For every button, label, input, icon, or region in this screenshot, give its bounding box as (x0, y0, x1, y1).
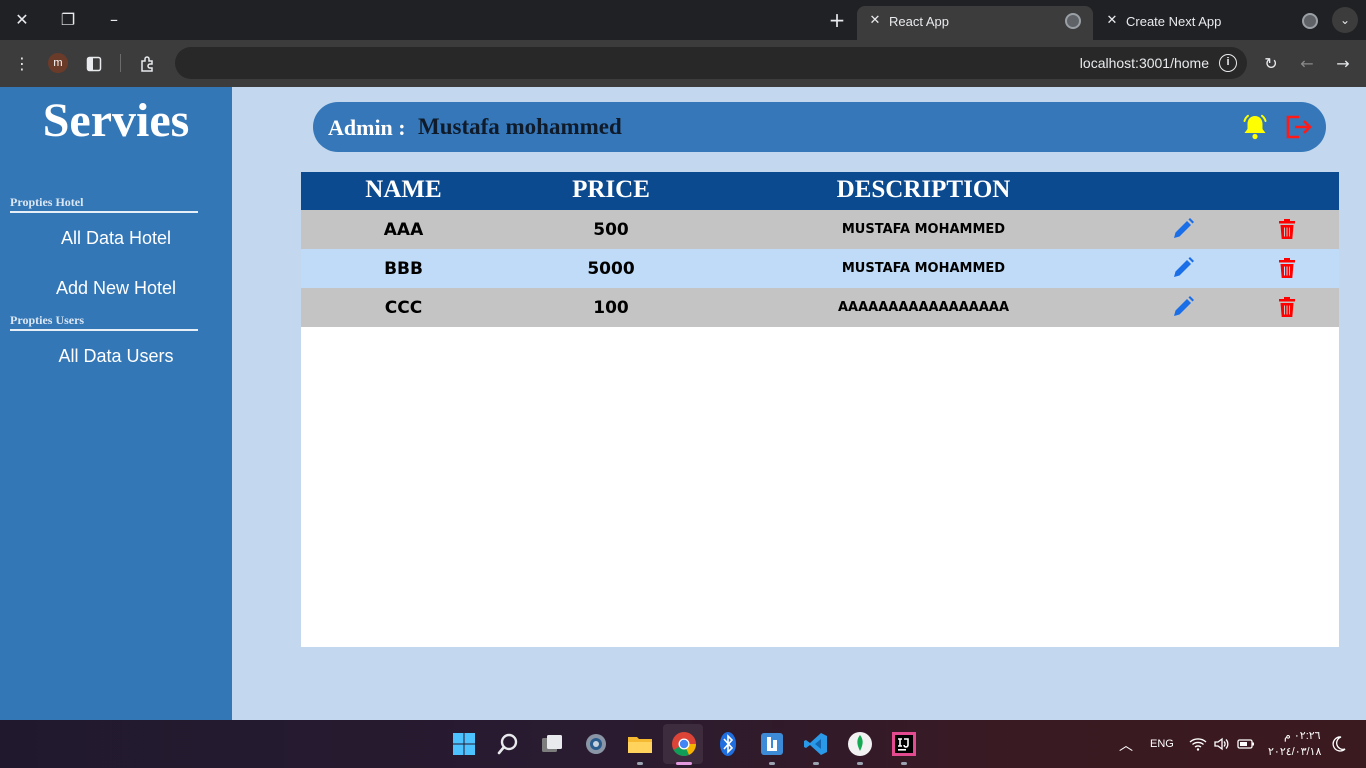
chrome-icon[interactable] (670, 730, 698, 758)
edit-icon[interactable] (1170, 255, 1196, 281)
section-divider (10, 211, 198, 213)
column-header-name: NAME (365, 176, 442, 203)
reload-icon[interactable]: ↻ (1260, 53, 1282, 75)
close-window-icon[interactable]: ✕ (11, 10, 33, 30)
table-row: CCC 100 AAAAAAAAAAAAAAAAA (301, 288, 1339, 327)
do-not-disturb-moon-icon[interactable] (1332, 736, 1346, 752)
toolbar-divider (120, 54, 121, 72)
running-indicator (813, 762, 819, 765)
battery-icon[interactable] (1237, 738, 1255, 750)
forward-icon[interactable]: ← (1296, 53, 1318, 75)
back-icon[interactable]: → (1332, 53, 1354, 75)
running-indicator (857, 762, 863, 765)
profile-avatar[interactable]: m (48, 53, 68, 73)
taskbar: ︿ ENG ٠٢:٢٦ م ٢٠٢٤/٠٣/١٨ (0, 720, 1366, 768)
globe-icon (1065, 13, 1081, 29)
cell-price: 100 (593, 298, 629, 318)
volume-icon[interactable] (1213, 737, 1231, 751)
running-indicator (769, 762, 775, 765)
admin-header: Admin : Mustafa mohammed (313, 102, 1326, 152)
show-hidden-icons-icon[interactable]: ︿ (1119, 735, 1133, 755)
bell-icon[interactable] (1240, 112, 1270, 142)
edit-icon[interactable] (1170, 216, 1196, 242)
cell-description: AAAAAAAAAAAAAAAAA (837, 300, 1010, 315)
network-app-icon[interactable] (758, 730, 786, 758)
vscode-icon[interactable] (802, 730, 830, 758)
tab-search-button[interactable]: ⌄ (1332, 7, 1358, 33)
settings-gear-icon[interactable] (582, 730, 610, 758)
cell-price: 5000 (587, 259, 635, 279)
intellij-icon[interactable] (890, 730, 918, 758)
cell-description: MUSTAFA MOHAMMED (841, 222, 1006, 237)
clock-date[interactable]: ٢٠٢٤/٠٣/١٨ (1268, 745, 1321, 758)
minimize-window-icon[interactable]: – (103, 10, 125, 30)
globe-icon (1302, 13, 1318, 29)
cell-name: AAA (383, 220, 424, 240)
cell-price: 500 (593, 220, 629, 240)
admin-label: Admin : (328, 115, 406, 140)
file-explorer-icon[interactable] (626, 730, 654, 758)
menu-dots-icon[interactable]: ⋮ (11, 53, 33, 75)
running-indicator (901, 762, 907, 765)
browser-tabstrip: ✕ ❐ – + ✕ React App ✕ Create Next App ⌄ (0, 0, 1366, 40)
url-text[interactable]: localhost:3001/home (1080, 55, 1209, 71)
tab-title: React App (889, 14, 949, 29)
nav-all-data-users[interactable]: All Data Users (0, 346, 232, 367)
site-info-icon[interactable]: i (1219, 54, 1237, 72)
close-tab-icon[interactable]: ✕ (867, 13, 883, 29)
edit-icon[interactable] (1170, 294, 1196, 320)
language-indicator[interactable]: ENG (1150, 738, 1174, 750)
wifi-icon[interactable] (1189, 737, 1207, 751)
table-row: BBB 5000 MUSTAFA MOHAMMED (301, 249, 1339, 288)
admin-name: Mustafa mohammed (418, 114, 622, 139)
sidebar-brand: Servies (42, 94, 190, 147)
extensions-icon[interactable] (137, 53, 159, 75)
active-app-indicator (676, 762, 692, 765)
hotels-table: NAME PRICE DESCRIPTION AAA 500 MUSTAFA M… (301, 172, 1339, 647)
address-bar[interactable]: localhost:3001/home i (175, 47, 1247, 79)
delete-icon[interactable] (1274, 216, 1300, 242)
task-view-icon[interactable] (538, 730, 566, 758)
cell-name: CCC (384, 298, 423, 318)
delete-icon[interactable] (1274, 294, 1300, 320)
table-header: NAME PRICE DESCRIPTION (301, 172, 1339, 210)
sidebar-toggle-icon[interactable] (83, 53, 105, 75)
sidebar: Servies Propties Hotel All Data Hotel Ad… (0, 87, 232, 720)
close-tab-icon[interactable]: ✕ (1104, 13, 1120, 29)
nav-all-data-hotel[interactable]: All Data Hotel (0, 228, 232, 249)
clock-time[interactable]: ٠٢:٢٦ م (1284, 729, 1321, 742)
cell-description: MUSTAFA MOHAMMED (841, 261, 1006, 276)
section-title-hotel: Propties Hotel (10, 195, 84, 209)
section-title-users: Propties Users (10, 313, 85, 327)
column-header-description: DESCRIPTION (836, 176, 1011, 203)
windows-start-icon[interactable] (450, 730, 478, 758)
new-tab-button[interactable]: + (826, 9, 848, 31)
running-indicator (637, 762, 643, 765)
tab-title: Create Next App (1126, 14, 1222, 29)
tab-react-app[interactable]: ✕ React App (857, 6, 1093, 40)
column-header-price: PRICE (572, 176, 650, 203)
delete-icon[interactable] (1274, 255, 1300, 281)
mongodb-compass-icon[interactable] (846, 730, 874, 758)
table-row: AAA 500 MUSTAFA MOHAMMED (301, 210, 1339, 249)
tab-create-next-app[interactable]: ✕ Create Next App (1094, 6, 1330, 40)
section-divider (10, 329, 198, 331)
cell-name: BBB (384, 259, 423, 279)
logout-icon[interactable] (1283, 112, 1313, 142)
restore-window-icon[interactable]: ❐ (57, 10, 79, 30)
nav-add-new-hotel[interactable]: Add New Hotel (0, 278, 232, 299)
bluetooth-icon[interactable] (714, 730, 742, 758)
search-icon[interactable] (494, 730, 522, 758)
